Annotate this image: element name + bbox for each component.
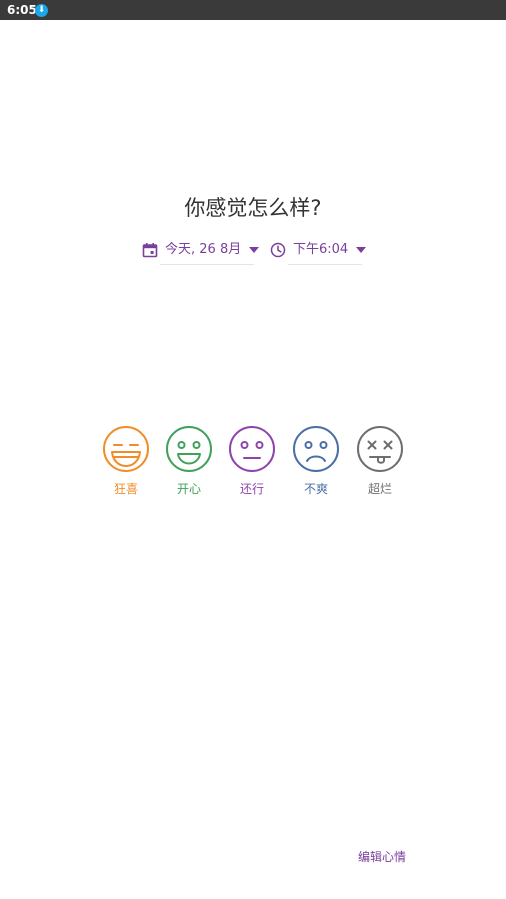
mood-meh[interactable]: 还行 <box>222 425 282 497</box>
date-text: 今天, 26 8月 <box>165 242 242 257</box>
bad-face-icon <box>293 426 339 472</box>
mood-label: 超烂 <box>367 482 392 496</box>
date-picker[interactable]: 今天, 26 8月 <box>142 236 260 265</box>
mood-good[interactable]: 开心 <box>159 425 219 497</box>
mood-awful[interactable]: 超烂 <box>350 425 410 497</box>
time-dropdown-icon <box>356 247 367 253</box>
status-time: 6:05 <box>7 3 37 17</box>
mood-bad[interactable]: 不爽 <box>286 425 346 497</box>
time-picker[interactable]: 下午6:04 <box>270 236 367 265</box>
mood-label: 狂喜 <box>113 482 138 496</box>
awful-face-icon <box>357 426 403 472</box>
clock-icon <box>270 242 286 258</box>
time-underline <box>288 264 362 265</box>
mood-label: 开心 <box>176 482 201 496</box>
rad-face-icon <box>103 426 149 472</box>
time-text: 下午6:04 <box>293 242 349 257</box>
mood-label: 还行 <box>239 482 264 496</box>
status-bar: 6:05 ⬇ <box>0 0 506 20</box>
edit-moods-link[interactable]: 编辑心情 <box>358 848 406 866</box>
notification-icon: ⬇ <box>35 4 48 17</box>
mood-rad[interactable]: 狂喜 <box>96 425 156 497</box>
page-title: 你感觉怎么样? <box>184 196 322 220</box>
mood-selector: 狂喜 开心 还行 不爽 超烂 <box>0 425 506 505</box>
date-dropdown-icon <box>249 247 260 253</box>
meh-face-icon <box>229 426 275 472</box>
good-face-icon <box>166 426 212 472</box>
calendar-icon <box>142 243 158 258</box>
date-underline <box>160 264 254 265</box>
mood-label: 不爽 <box>303 482 328 496</box>
